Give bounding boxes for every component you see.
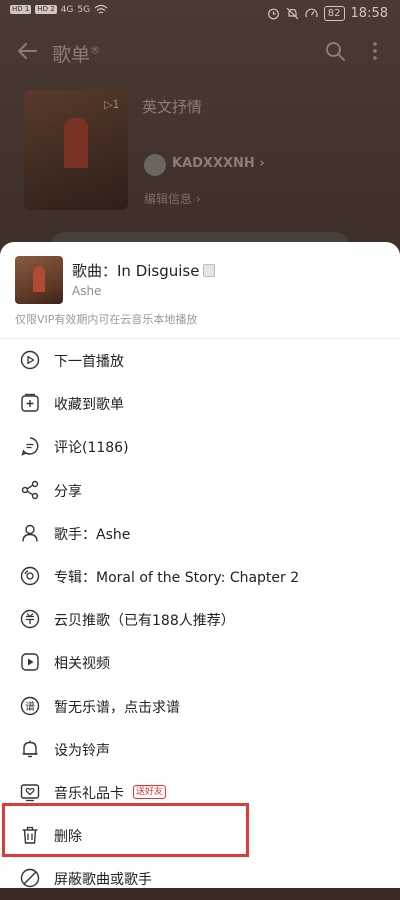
share-icon — [21, 480, 39, 499]
bell-icon — [22, 740, 38, 757]
play-next-icon — [20, 350, 40, 370]
clock: 18:58 — [350, 6, 388, 21]
creator-chevron-icon: › — [259, 156, 265, 171]
block-icon — [20, 869, 40, 888]
top-bar: 歌单® — [0, 30, 400, 74]
edit-info-link[interactable]: 编辑信息 › — [144, 190, 201, 207]
song-options-sheet: 歌曲：In Disguise Ashe 仅限VIP有效期内可在云音乐本地播放 下… — [0, 242, 400, 888]
song-artist: Ashe — [72, 284, 102, 298]
menu-label: 评论(1186) — [54, 440, 129, 457]
menu-label: 音乐礼品卡 — [54, 785, 124, 802]
song-header: 歌曲：In Disguise Ashe 仅限VIP有效期内可在云音乐本地播放 — [0, 242, 400, 339]
sheet-music-icon: 谱 — [20, 696, 40, 715]
menu-label: 收藏到歌单 — [54, 397, 124, 414]
cover-figure — [64, 118, 88, 168]
menu-item-block[interactable]: 屏蔽歌曲或歌手 — [0, 857, 400, 900]
add-to-playlist-icon — [21, 394, 39, 412]
song-title: 歌曲：In Disguise — [72, 262, 200, 280]
menu-label: 设为铃声 — [54, 742, 110, 759]
comment-icon — [21, 437, 39, 457]
playlist-name: 英文抒情 — [142, 98, 203, 116]
menu-item-ringtone[interactable]: 设为铃声 — [0, 728, 400, 771]
creator-name[interactable]: KADXXXNH › — [172, 156, 265, 171]
wifi-icon — [94, 4, 108, 14]
speed-icon — [305, 8, 318, 18]
page-title-mark: ® — [90, 45, 101, 57]
menu-item-related-video[interactable]: 相关视频 — [0, 641, 400, 684]
song-cover — [15, 256, 63, 304]
back-arrow-icon[interactable] — [14, 38, 40, 64]
signal-indicators: HD 1 HD 2 4G 5G — [10, 4, 108, 15]
status-right: 82 18:58 — [267, 6, 388, 21]
menu-item-play-next[interactable]: 下一首播放 — [0, 339, 400, 382]
hd1-badge: HD 1 — [10, 5, 32, 14]
artist-icon — [22, 524, 38, 542]
page-title: 歌单® — [52, 40, 100, 67]
more-options-icon[interactable] — [364, 40, 386, 62]
menu-label: 云贝推歌（已有188人推荐） — [54, 613, 235, 630]
menu-item-recommend[interactable]: 云贝推歌（已有188人推荐） — [0, 598, 400, 641]
menu-item-artist[interactable]: 歌手：Ashe — [0, 512, 400, 555]
video-icon — [21, 653, 39, 672]
gift-card-icon — [20, 784, 40, 802]
menu-label: 分享 — [54, 483, 82, 500]
edit-info-text: 编辑信息 — [144, 192, 193, 206]
playlist-track-count: ▷1 — [104, 98, 120, 111]
alarm-icon — [267, 8, 279, 20]
menu-item-comments[interactable]: 评论(1186) — [0, 425, 400, 468]
delete-highlight-box — [2, 803, 249, 857]
menu-item-add-to-playlist[interactable]: 收藏到歌单 — [0, 382, 400, 425]
page-title-text: 歌单 — [52, 44, 91, 66]
menu-item-share[interactable]: 分享 — [0, 469, 400, 512]
battery-level: 82 — [323, 6, 345, 21]
gift-friend-tag: 送好友 — [133, 784, 167, 799]
menu-item-sheet-music[interactable]: 谱 暂无乐谱，点击求谱 — [0, 685, 400, 728]
edit-info-chevron-icon: › — [195, 192, 201, 206]
menu-label: 歌手：Ashe — [54, 526, 131, 543]
album-icon — [20, 566, 40, 586]
menu-label: 屏蔽歌曲或歌手 — [54, 872, 152, 889]
signal-5g: 5G — [77, 4, 91, 15]
search-icon[interactable] — [324, 40, 346, 62]
creator-name-text: KADXXXNH — [172, 156, 255, 171]
hd2-badge: HD 2 — [35, 5, 57, 14]
svg-text:谱: 谱 — [25, 700, 35, 713]
menu-label: 下一首播放 — [54, 354, 124, 370]
creator-avatar[interactable] — [144, 154, 166, 176]
menu-label: 暂无乐谱，点击求谱 — [54, 699, 180, 716]
quality-badge-icon — [203, 264, 215, 277]
mute-icon — [286, 7, 299, 20]
menu-label: 相关视频 — [54, 656, 110, 673]
recommend-icon — [20, 609, 40, 629]
song-cover-figure — [33, 266, 45, 292]
vip-note: 仅限VIP有效期内可在云音乐本地播放 — [15, 313, 198, 326]
menu-item-album[interactable]: 专辑：Moral of the Story: Chapter 2 — [0, 555, 400, 598]
menu-label: 专辑：Moral of the Story: Chapter 2 — [54, 569, 300, 586]
status-bar: HD 1 HD 2 4G 5G 82 18:58 — [0, 0, 400, 30]
signal-4g: 4G — [60, 4, 74, 15]
